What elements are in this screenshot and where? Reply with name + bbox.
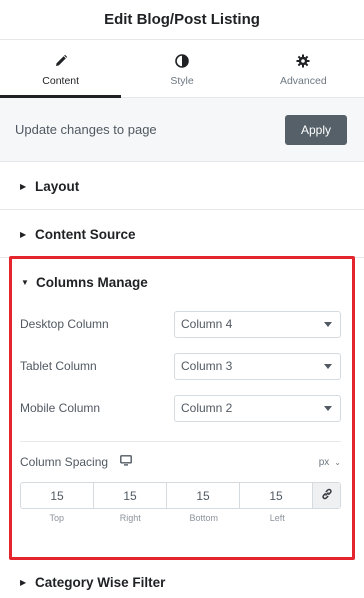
chevron-down-icon: ⌄	[334, 457, 341, 467]
desktop-column-select[interactable]: Column 4	[174, 310, 341, 338]
panel-header: Edit Blog/Post Listing	[0, 0, 364, 40]
panel-title: Edit Blog/Post Listing	[104, 11, 260, 28]
update-text: Update changes to page	[15, 122, 157, 137]
tab-bar: Content Style Advanced	[0, 40, 364, 98]
column-spacing-label: Column Spacing	[20, 455, 109, 469]
gear-icon	[296, 53, 310, 69]
spacing-left-input[interactable]: 15	[240, 483, 313, 508]
update-bar: Update changes to page Apply	[0, 98, 364, 162]
section-columns-manage-title: Columns Manage	[36, 275, 148, 290]
tablet-column-row: Tablet Column Column 3	[12, 345, 352, 387]
caret-right-icon: ▶	[20, 229, 27, 239]
chevron-down-icon	[324, 363, 332, 369]
section-content-source-toggle[interactable]: ▶ Content Source	[0, 210, 364, 258]
section-category-filter-toggle[interactable]: ▶ Category Wise Filter	[0, 566, 364, 598]
pencil-icon	[54, 53, 68, 69]
section-content-source-title: Content Source	[35, 226, 136, 242]
mobile-column-label: Mobile Column	[20, 401, 101, 415]
spacing-bottom-input[interactable]: 15	[167, 483, 240, 508]
column-spacing-labels: Top Right Bottom Left	[20, 513, 314, 523]
mobile-column-select[interactable]: Column 2	[174, 394, 341, 422]
unit-select[interactable]: px ⌄	[319, 457, 341, 468]
tablet-column-value: Column 3	[181, 359, 233, 373]
link-icon	[321, 487, 333, 505]
section-columns-manage: ▼ Columns Manage Desktop Column Column 4…	[9, 256, 355, 560]
section-category-filter: ▶ Category Wise Filter	[0, 566, 364, 598]
section-layout-title: Layout	[35, 178, 80, 194]
spacing-top-input[interactable]: 15	[21, 483, 94, 508]
half-circle-icon	[175, 53, 189, 69]
desktop-column-row: Desktop Column Column 4	[12, 303, 352, 345]
chevron-down-icon	[324, 321, 332, 327]
spacing-top-label: Top	[49, 513, 64, 523]
unit-value: px	[318, 456, 330, 468]
chevron-down-icon	[324, 405, 332, 411]
caret-down-icon: ▼	[21, 278, 29, 287]
link-values-button[interactable]	[313, 483, 340, 508]
section-columns-manage-toggle[interactable]: ▼ Columns Manage	[12, 259, 352, 303]
desktop-icon[interactable]	[120, 453, 132, 471]
desktop-column-value: Column 4	[181, 317, 233, 331]
spacing-right-input[interactable]: 15	[94, 483, 167, 508]
tab-advanced[interactable]: Advanced	[243, 40, 364, 97]
column-spacing-inputs: 15 15 15 15	[20, 482, 341, 509]
caret-right-icon: ▶	[20, 181, 27, 191]
apply-button[interactable]: Apply	[285, 114, 347, 145]
caret-right-icon: ▶	[20, 577, 27, 587]
mobile-column-value: Column 2	[181, 401, 233, 415]
column-spacing-header: Column Spacing px ⌄	[12, 442, 352, 482]
tab-content[interactable]: Content	[0, 40, 122, 98]
spacing-bottom-label: Bottom	[189, 513, 218, 523]
spacing-right-label: Right	[119, 513, 141, 523]
section-layout: ▶ Layout	[0, 162, 364, 210]
tab-style[interactable]: Style	[121, 40, 242, 97]
tab-content-label: Content	[42, 74, 80, 87]
tab-style-label: Style	[170, 74, 194, 87]
tab-advanced-label: Advanced	[279, 74, 327, 87]
spacing-left-label: Left	[269, 513, 285, 523]
section-layout-toggle[interactable]: ▶ Layout	[0, 162, 364, 210]
mobile-column-row: Mobile Column Column 2	[12, 387, 352, 429]
section-content-source: ▶ Content Source	[0, 210, 364, 258]
desktop-column-label: Desktop Column	[20, 317, 109, 331]
tablet-column-select[interactable]: Column 3	[174, 352, 341, 380]
tablet-column-label: Tablet Column	[20, 359, 97, 373]
section-category-filter-title: Category Wise Filter	[35, 574, 166, 590]
